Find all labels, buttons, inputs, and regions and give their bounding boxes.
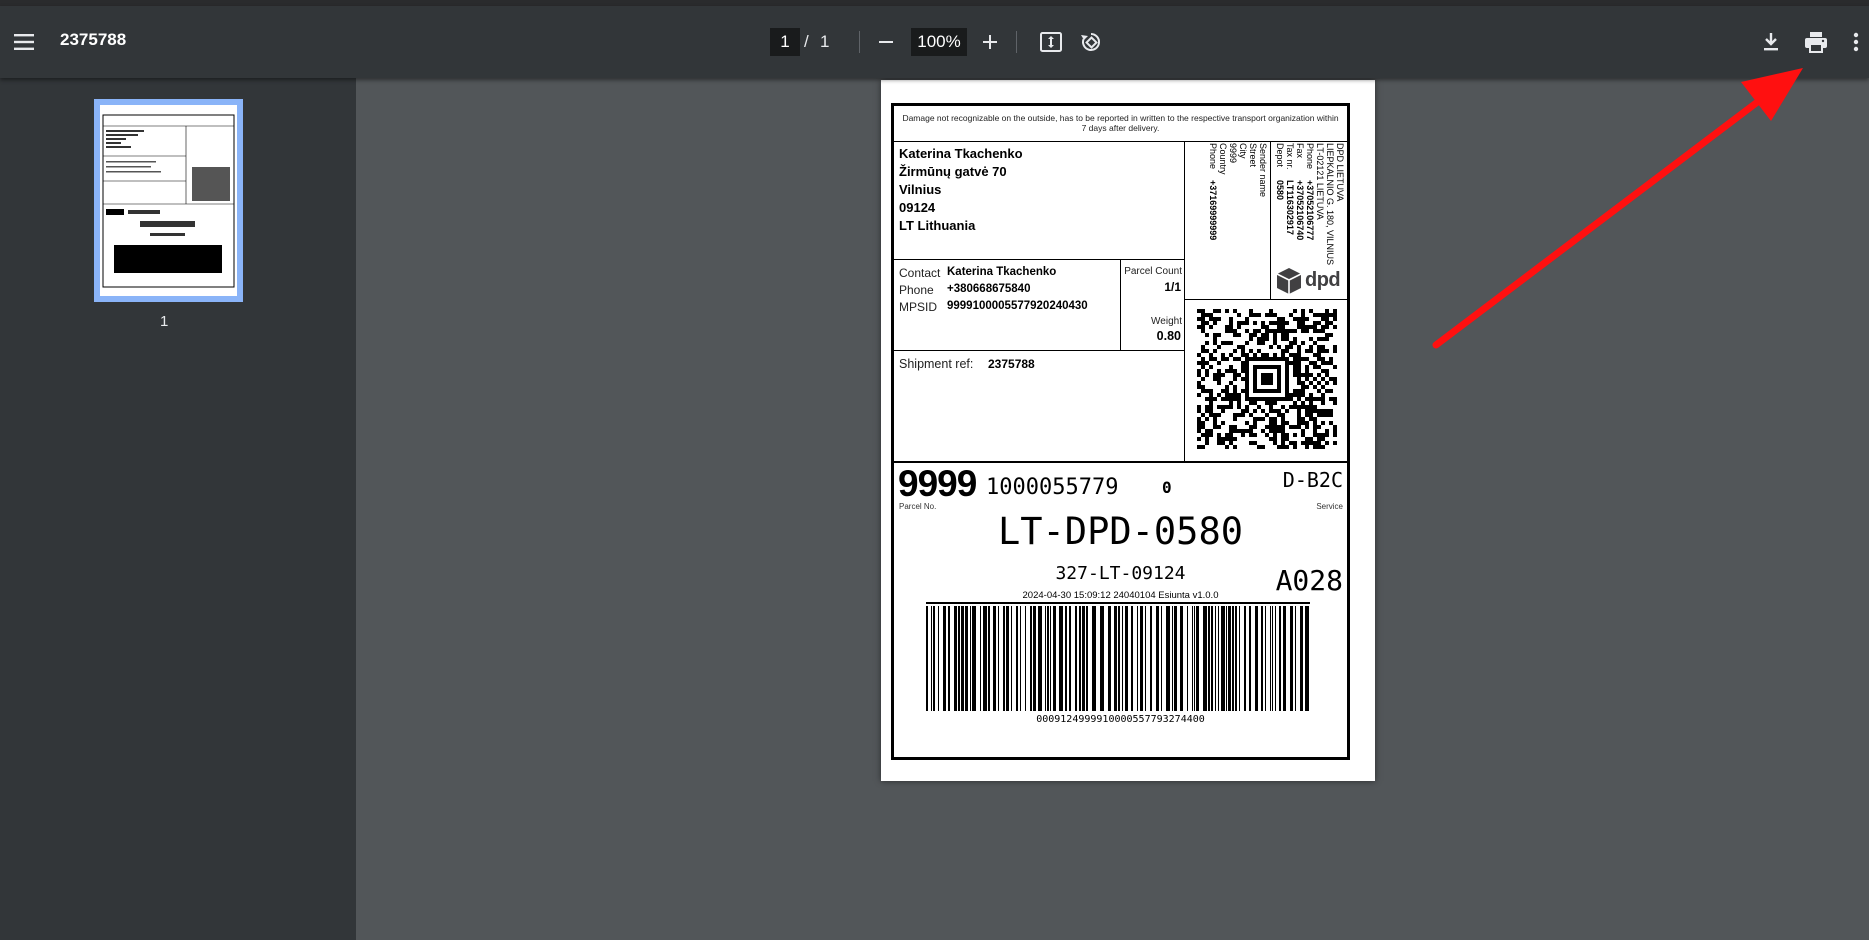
page-separator: / [804, 32, 809, 51]
rotate-icon [1081, 33, 1100, 51]
zoom-in-icon [983, 35, 997, 49]
zoom-in-button[interactable] [974, 26, 1006, 58]
page-thumbnail[interactable] [94, 99, 243, 302]
print-button[interactable] [1800, 26, 1832, 58]
shipment-ref-label: Shipment ref: [899, 357, 974, 371]
recipient-street: Žirmūnų gatvė 70 [899, 164, 1007, 179]
timestamp-line: 2024-04-30 15:09:12 24040104 Esiunta v1.… [1022, 590, 1219, 601]
sender-company: DPD LIETUVA [1335, 143, 1345, 202]
label-rule [1184, 299, 1347, 300]
shipping-label: Damage not recognizable on the outside, … [891, 103, 1350, 760]
zoom-input[interactable] [911, 28, 967, 56]
toolbar-divider [1016, 31, 1017, 53]
sender-postcode: LT-02121 LIETUVA [1315, 143, 1325, 220]
mpsid-value: 9999100005577920240430 [947, 300, 1088, 312]
recipient-postcode: 09124 [899, 200, 936, 215]
barcode [926, 606, 1309, 711]
download-icon [1764, 33, 1778, 51]
label-rule [1270, 141, 1271, 299]
country-label: Country [1218, 143, 1228, 175]
route-code: LT-DPD-0580 [997, 510, 1244, 553]
thumbnail-label-preview [102, 114, 235, 288]
country-phone-value: +37169999999 [1208, 180, 1218, 241]
thumbnail-page-preview [100, 105, 237, 296]
phone-value: +380668675840 [947, 283, 1031, 295]
parcel-number: 1000055779 [986, 475, 1119, 500]
zoom-out-icon [879, 41, 893, 43]
thumbnail-page-number: 1 [160, 313, 169, 330]
service-code: D-B2C [1282, 468, 1343, 492]
recipient-country: LT Lithuania [899, 218, 976, 233]
sender-address: LIEPKALNIO G. 180, VILNIUS [1325, 143, 1335, 266]
barcode-number: 0009124999910000557793274400 [1036, 714, 1205, 725]
sender-tax-label: Tax nr. [1285, 143, 1295, 170]
mpsid-label: MPSID [899, 300, 938, 314]
document-title: 2375788 [60, 30, 127, 49]
sender-tax-value: LT116302917 [1285, 180, 1295, 235]
sender-depot-label: Depot [1275, 143, 1285, 168]
parcel-check-digit: 0 [1162, 478, 1172, 497]
recipient-city: Vilnius [899, 182, 942, 197]
qr-code [1197, 309, 1337, 449]
dpd-logo-icon [1276, 268, 1302, 294]
label-rule [894, 259, 1184, 260]
sender-phone-value: +37052106777 [1305, 180, 1315, 241]
download-button[interactable] [1755, 26, 1787, 58]
phone-label: Phone [899, 283, 934, 297]
sender-name-label: Sender name [1258, 143, 1268, 198]
page-total: 1 [820, 32, 830, 51]
menu-icon [14, 34, 34, 50]
weight-value: 0.80 [1156, 329, 1181, 343]
city-label: City [1238, 143, 1248, 159]
recipient-name: Katerina Tkachenko [899, 146, 1023, 161]
contact-label: Contact [899, 266, 941, 280]
shipment-ref-value: 2375788 [988, 357, 1035, 371]
weight-label: Weight [1151, 316, 1182, 327]
sender-fax-value: +37052106740 [1295, 180, 1305, 241]
parcel-count-value: 1/1 [1164, 280, 1181, 294]
damage-disclaimer: Damage not recognizable on the outside, … [902, 113, 1339, 133]
menu-button[interactable] [8, 26, 40, 58]
country-phone-label: Phone [1208, 143, 1218, 170]
street-label: Street [1248, 143, 1258, 168]
toolbar-divider [859, 31, 860, 53]
parcel-count-label: Parcel Count [1124, 266, 1182, 277]
pdf-page: Damage not recognizable on the outside, … [881, 80, 1375, 781]
parcel-prefix: 9999 [898, 463, 977, 504]
rotate-button[interactable] [1075, 26, 1107, 58]
fit-page-button[interactable] [1035, 26, 1067, 58]
pdf-toolbar: 2375788 / 1 [0, 6, 1869, 78]
page-number-input[interactable] [770, 28, 800, 56]
zoom-out-button[interactable] [870, 26, 902, 58]
label-rule [894, 141, 1347, 142]
sender-depot-value: 0580 [1275, 180, 1285, 201]
label-rule [1120, 259, 1121, 350]
contact-value: Katerina Tkachenko [947, 266, 1057, 278]
zip-label: 9999 [1228, 143, 1238, 164]
sender-phone-label: Phone [1305, 143, 1315, 170]
fit-page-icon [1040, 32, 1062, 52]
more-options-button[interactable] [1846, 26, 1866, 58]
label-rule [1184, 141, 1185, 461]
barcode-top-rule [926, 602, 1310, 604]
dpd-logo-text: dpd [1305, 269, 1341, 291]
print-icon [1805, 32, 1827, 53]
more-vert-icon [1853, 32, 1859, 52]
label-rule [894, 350, 1184, 351]
sender-fax-label: Fax [1295, 143, 1305, 159]
